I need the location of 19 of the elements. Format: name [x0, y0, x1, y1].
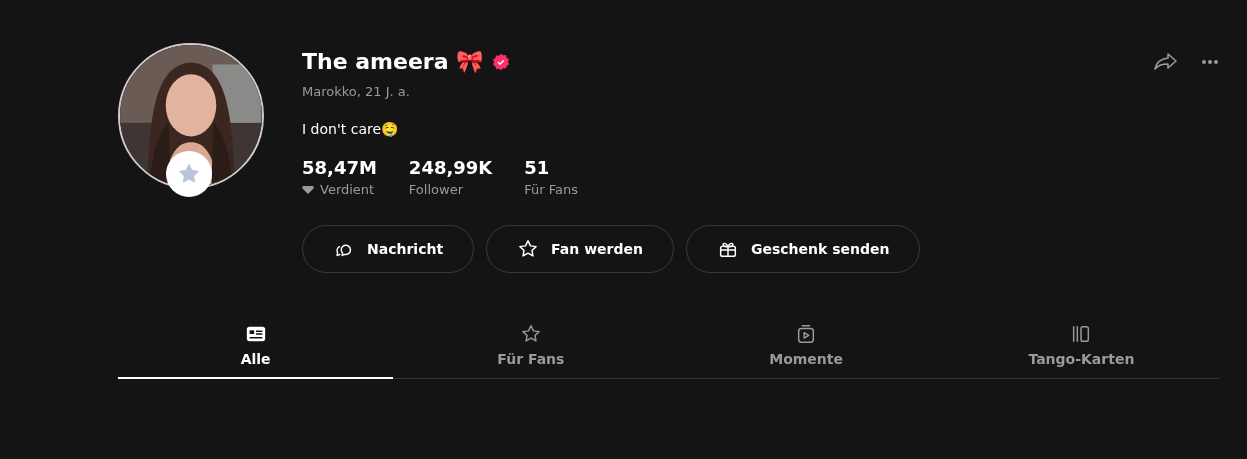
- stat-value: 58,47M: [302, 157, 377, 178]
- location-age: Marokko, 21 J. a.: [302, 84, 411, 99]
- tab[interactable]: Tango-Karten: [943, 317, 1219, 379]
- star-icon: [517, 238, 540, 260]
- tab[interactable]: Momente: [668, 317, 944, 379]
- stat-value: 51: [524, 157, 551, 178]
- tab[interactable]: Für Fans: [393, 317, 669, 379]
- stat-label: Follower: [408, 182, 463, 197]
- tab[interactable]: Alle: [118, 317, 394, 379]
- profile-name: The ameera 🎀: [302, 49, 484, 74]
- share-icon[interactable]: [1153, 50, 1179, 73]
- bio-text: I don't care🤤: [302, 121, 400, 137]
- more-icon[interactable]: [1201, 58, 1219, 65]
- star-badge[interactable]: [166, 151, 212, 197]
- star-icon: [519, 323, 542, 345]
- stat-label: Verdient: [320, 182, 375, 197]
- diamond-icon: [302, 184, 314, 195]
- stat-label: Für Fans: [524, 182, 579, 197]
- stat-value: 248,99K: [408, 157, 493, 178]
